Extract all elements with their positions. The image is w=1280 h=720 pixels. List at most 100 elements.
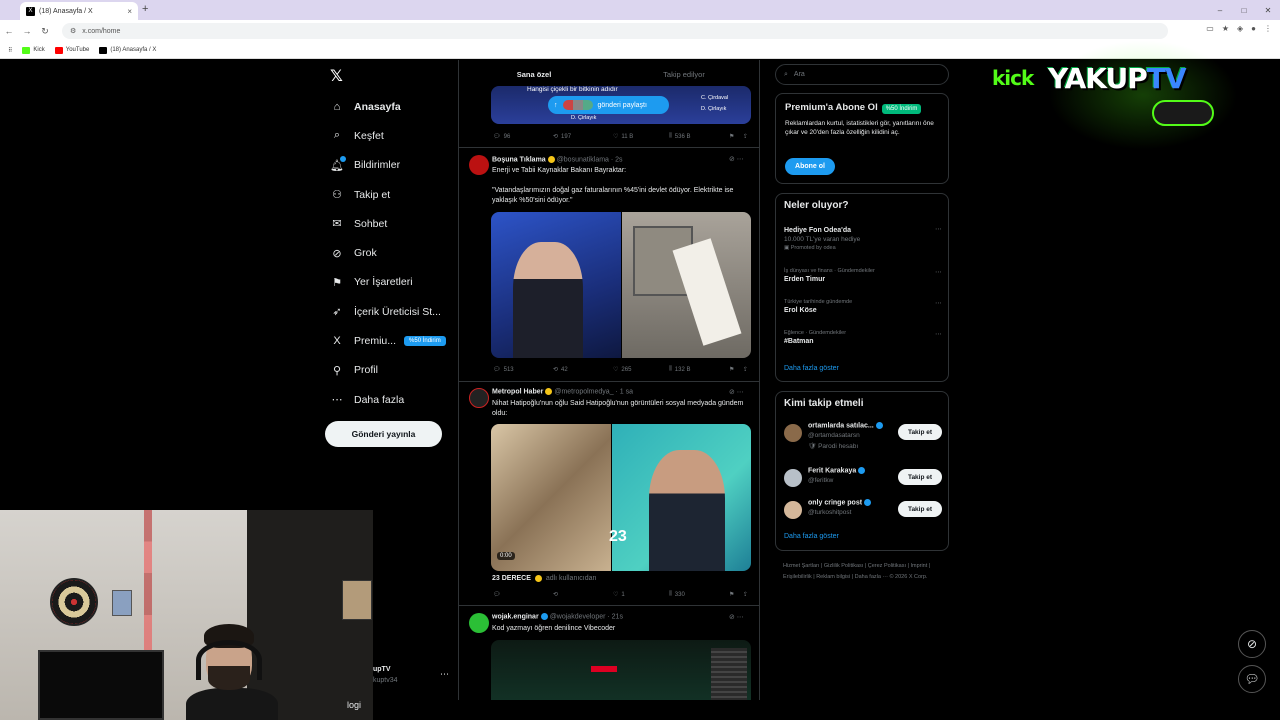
repost-button[interactable]: ⟲ 197	[553, 133, 613, 141]
profile-icon[interactable]: ●	[1251, 24, 1256, 33]
nav-explore[interactable]: ⌕ Keşfet	[330, 121, 446, 150]
tweet-media[interactable]	[491, 640, 751, 700]
account-name[interactable]: upTV	[373, 666, 391, 673]
repost-button[interactable]: ⟲	[553, 591, 613, 598]
bookmark-x[interactable]: (18) Anasayfa / X	[99, 46, 156, 54]
minimize-button[interactable]: –	[1208, 0, 1232, 20]
tweet-video[interactable]: 23 0:00	[491, 424, 751, 571]
suggested-user[interactable]: ortamlarda satılac... @ortamdasatarsn 🛡︎…	[784, 422, 944, 450]
timeline: Sana özel Takip edilyor Hangisi çiçekli …	[458, 60, 760, 700]
trend-more-icon[interactable]: ⋯	[935, 225, 942, 233]
trend-item[interactable]: Türkiye tarihinde gündemde Erol Köse ⋯	[784, 299, 942, 314]
tab-close-icon[interactable]: ×	[127, 7, 132, 16]
show-more-link[interactable]: Daha fazla göster	[784, 365, 839, 372]
browser-tab[interactable]: X (18) Anasayfa / X ×	[20, 2, 138, 20]
footer-links[interactable]: Hizmet Şartları | Gizlilik Politikası | …	[783, 561, 948, 583]
nav-follow[interactable]: ⚇ Takip et	[330, 180, 446, 209]
nav-creator-studio[interactable]: ➶ İçerik Üreticisi St...	[330, 297, 446, 326]
reply-button[interactable]: 💬︎	[493, 591, 553, 598]
grok-more-icons[interactable]: ⊘ ⋯	[729, 388, 744, 396]
cast-icon[interactable]: ▭	[1206, 24, 1214, 33]
new-posts-pill[interactable]: ↑ gönderi paylaştı	[548, 96, 669, 114]
share-icon[interactable]: ⇪	[743, 133, 748, 140]
reply-button[interactable]: 💬︎ 513	[493, 366, 553, 374]
avatar[interactable]	[469, 388, 489, 408]
subscribe-button[interactable]: Abone ol	[785, 158, 835, 175]
follow-button[interactable]: Takip et	[898, 469, 942, 485]
repost-button[interactable]: ⟲ 42	[553, 366, 613, 374]
bookmark-star-icon[interactable]: ★	[1222, 24, 1229, 33]
tab-for-you[interactable]: Sana özel	[459, 60, 609, 88]
maximize-button[interactable]: □	[1232, 0, 1256, 20]
bookmark-icon[interactable]: ⚑	[729, 366, 743, 373]
bookmark-youtube[interactable]: YouTube	[54, 46, 89, 54]
grok-more-icons[interactable]: ⊘ ⋯	[729, 155, 744, 163]
bookmark-kick[interactable]: Kick	[22, 46, 45, 54]
follow-button[interactable]: Takip et	[898, 424, 942, 440]
views-button[interactable]: ⫼ 536 B	[669, 133, 729, 140]
tweet-media[interactable]	[491, 212, 751, 358]
nav-notifications[interactable]: 🔔︎ Bildirimler	[330, 151, 446, 180]
follow-button[interactable]: Takip et	[898, 501, 942, 517]
post-button[interactable]: Gönderi yayınla	[325, 421, 442, 447]
like-button[interactable]: ♡ 11 B	[613, 133, 669, 141]
close-window-button[interactable]: ✕	[1256, 0, 1280, 20]
apps-icon[interactable]: ⠿	[8, 47, 12, 54]
x-logo-icon[interactable]: 𝕏	[330, 66, 343, 86]
tweet-author[interactable]: wojak.enginar @wojakdeveloper · 21s	[492, 613, 623, 620]
avatar	[784, 469, 802, 487]
like-button[interactable]: ♡ 265	[613, 366, 669, 374]
nav-profile[interactable]: ⚲ Profil	[330, 356, 446, 385]
bookmark-icon[interactable]: ⚑	[729, 133, 743, 140]
nav-chat[interactable]: ✉ Sohbet	[330, 209, 446, 238]
share-icon[interactable]: ⇪	[743, 591, 748, 598]
forward-icon[interactable]: →	[18, 26, 36, 36]
tweet-text: Kod yazmayı öğren denilince Vibecoder	[492, 625, 616, 632]
nav-home[interactable]: ⌂ Anasayfa	[330, 92, 446, 121]
back-icon[interactable]: ←	[0, 26, 18, 36]
show-more-link[interactable]: Daha fazla göster	[784, 533, 839, 540]
suggested-user[interactable]: only cringe post @turkoshitpost Takip et	[784, 499, 944, 525]
extensions-icon[interactable]: ◈	[1237, 24, 1243, 33]
nav-premium[interactable]: X Premiu... %50 İndirim	[330, 326, 446, 355]
trend-more-icon[interactable]: ⋯	[935, 299, 942, 307]
reply-button[interactable]: 💬︎ 96	[493, 133, 553, 141]
account-more-icon[interactable]: ⋯	[440, 669, 449, 680]
grok-icon: ⊘	[332, 247, 342, 260]
channel-logo: 23	[609, 528, 627, 545]
nav-label: Profil	[354, 364, 378, 377]
bookmark-icon[interactable]: ⚑	[729, 591, 743, 598]
tab-following[interactable]: Takip edilyor	[609, 60, 759, 88]
menu-icon[interactable]: ⋮	[1264, 24, 1272, 33]
views-button[interactable]: ⫼ 330	[669, 591, 729, 598]
anchor-figure	[649, 450, 725, 571]
views-button[interactable]: ⫼ 132 B	[669, 366, 729, 373]
nav-more[interactable]: ⋯ Daha fazla	[330, 385, 446, 414]
grok-fab-icon[interactable]: ⊘	[1238, 630, 1266, 658]
address-bar[interactable]: ⚙ x.com/home	[62, 23, 1168, 39]
site-info-icon[interactable]: ⚙	[70, 27, 76, 35]
trend-item[interactable]: İş dünyası ve finans · Gündemdekiler Erd…	[784, 268, 942, 283]
grok-more-icons[interactable]: ⊘ ⋯	[729, 613, 744, 621]
trend-more-icon[interactable]: ⋯	[935, 268, 942, 276]
reload-icon[interactable]: ↻	[36, 26, 54, 37]
avatar[interactable]	[469, 155, 489, 175]
nav-grok[interactable]: ⊘ Grok	[330, 238, 446, 267]
account-handle[interactable]: kuptv34	[373, 677, 398, 684]
tweet-author[interactable]: Metropol Haber @metropolmedya_ · 1 sa	[492, 388, 633, 395]
messages-fab-icon[interactable]: 💬︎	[1238, 665, 1266, 693]
suggested-user[interactable]: Ferit Karakaya @feritkw Takip et	[784, 467, 944, 493]
trend-more-icon[interactable]: ⋯	[935, 330, 942, 338]
tweet-actions: 💬︎ ⟲ ♡ 1 ⫼ 330 ⚑ ⇪	[493, 591, 751, 598]
like-button[interactable]: ♡ 1	[613, 591, 669, 599]
search-input[interactable]: ⌕ Ara	[775, 64, 949, 85]
nav-label: Anasayfa	[354, 100, 401, 113]
trend-item[interactable]: Eğlence · Gündemdekiler #Batman ⋯	[784, 330, 942, 345]
avatar[interactable]	[469, 613, 489, 633]
share-icon[interactable]: ⇪	[743, 366, 748, 373]
tweet-author[interactable]: Boşuna Tıklama @bosunatiklama · 2s	[492, 156, 623, 163]
new-tab-button[interactable]: +	[142, 3, 148, 15]
trend-item[interactable]: Hediye Fon Odea'da 10.000 TL'ye varan he…	[784, 225, 942, 251]
home-icon: ⌂	[333, 100, 341, 113]
nav-bookmarks[interactable]: ⚑ Yer İşaretleri	[330, 268, 446, 297]
